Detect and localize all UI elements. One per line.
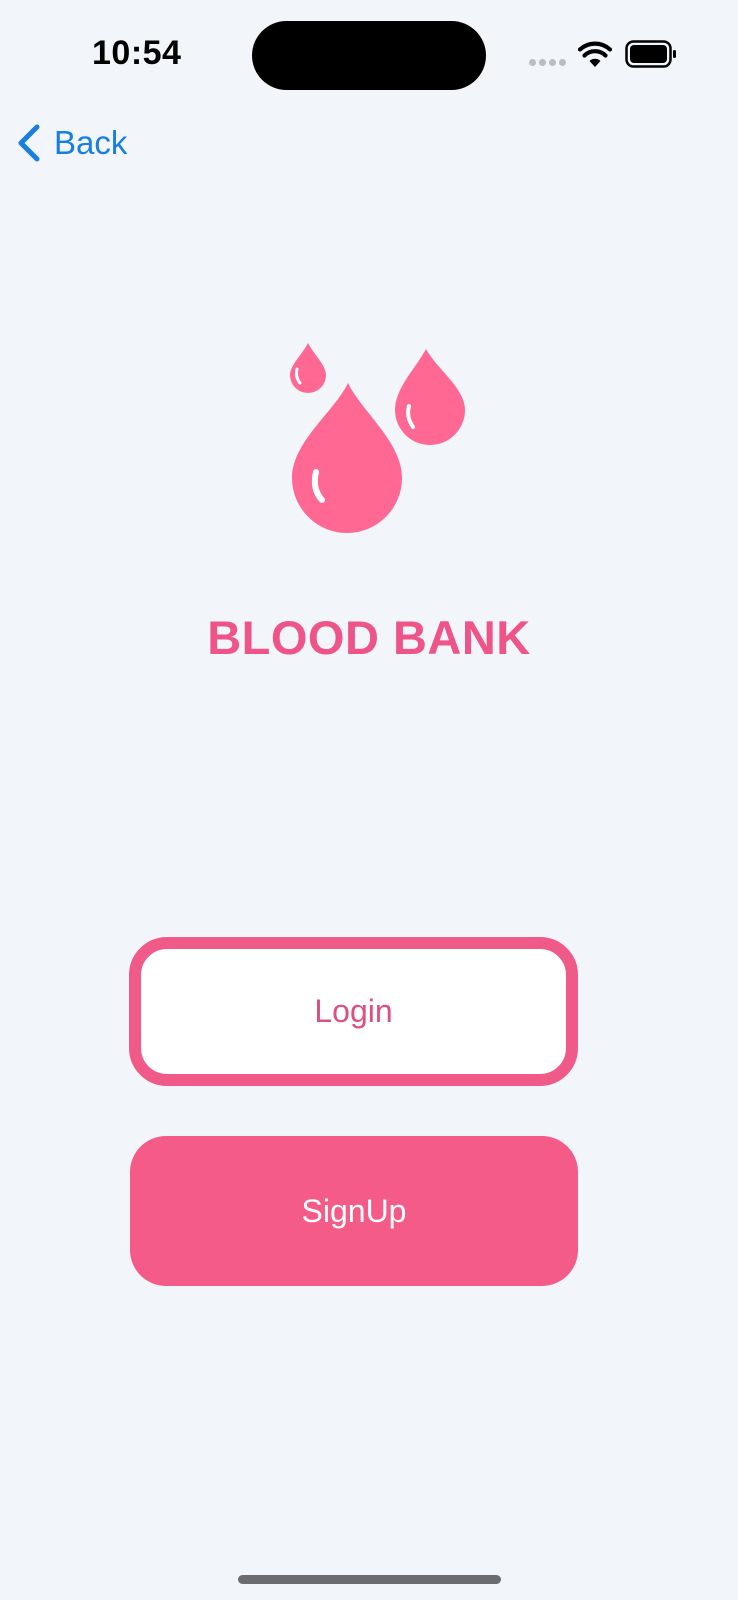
back-button[interactable]: Back	[14, 118, 127, 168]
home-indicator[interactable]	[238, 1575, 501, 1584]
app-title: BLOOD BANK	[207, 611, 531, 664]
dynamic-island	[252, 21, 486, 90]
login-button[interactable]: Login	[129, 937, 578, 1086]
status-bar: 10:54	[0, 0, 738, 110]
blood-drops-icon	[290, 343, 465, 533]
login-label: Login	[314, 993, 393, 1029]
back-label: Back	[54, 124, 128, 161]
chevron-left-icon	[18, 124, 40, 162]
status-time: 10:54	[92, 34, 182, 72]
cellular-signal-icon	[529, 59, 567, 67]
wifi-icon	[578, 41, 612, 67]
signup-label: SignUp	[301, 1192, 407, 1229]
battery-icon	[625, 40, 676, 68]
signup-button[interactable]: SignUp	[130, 1136, 578, 1286]
